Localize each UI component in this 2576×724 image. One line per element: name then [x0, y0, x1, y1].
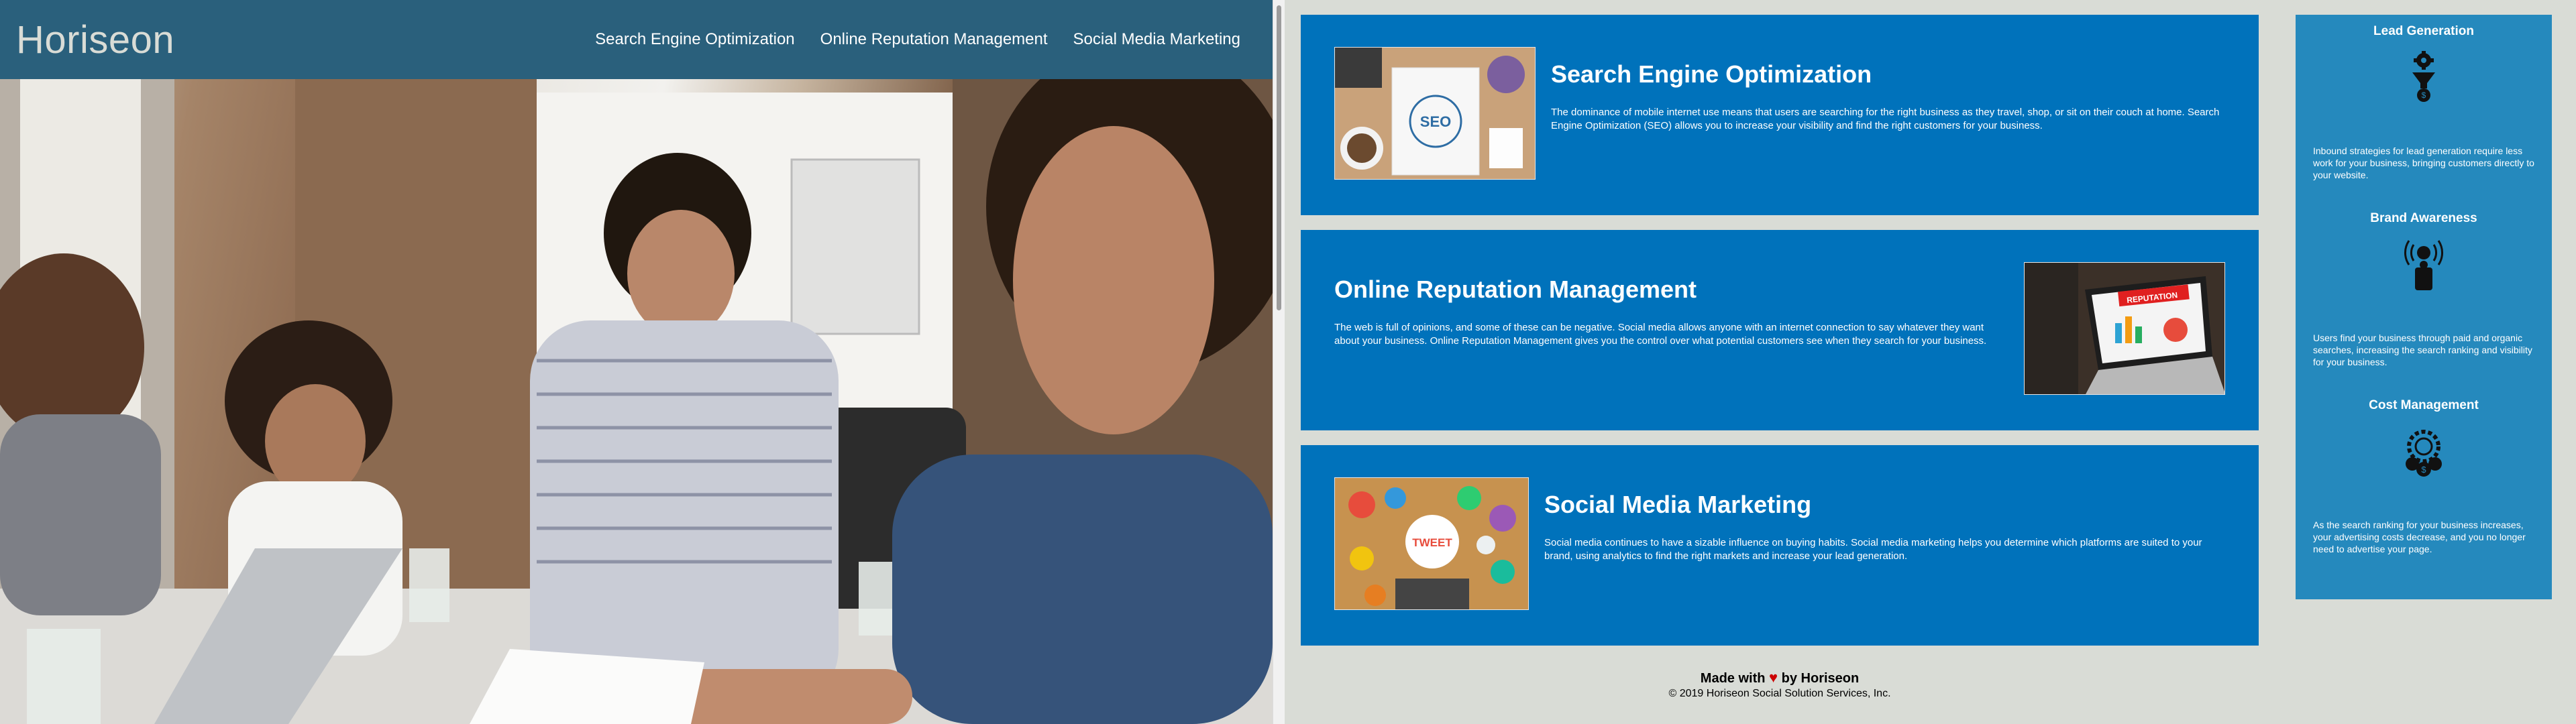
right-pane: SEO Search Engine Optimization The domin…: [1285, 0, 2576, 724]
nav-link-reputation[interactable]: Online Reputation Management: [820, 30, 1048, 49]
seo-text: The dominance of mobile internet use mea…: [1551, 107, 2220, 131]
benefit-brand-awareness: Brand Awareness Users find your business…: [2313, 211, 2534, 398]
benefit-cost-management-text: As the search ranking for your business …: [2313, 520, 2526, 554]
benefit-lead-generation-text: Inbound strategies for lead generation r…: [2313, 145, 2534, 180]
card-social-media: TWEET Social Media Marketing Social medi…: [1301, 445, 2259, 646]
benefit-lead-generation: Lead Generation $ Inbound strategies for…: [2313, 24, 2534, 211]
seo-title: Search Engine Optimization: [1551, 60, 1872, 88]
svg-text:TWEET: TWEET: [1412, 536, 1452, 549]
site-footer: Made with ♥ by Horiseon © 2019 Horiseon …: [1301, 669, 2259, 700]
social-media-card-body: Social Media Marketing Social media cont…: [1544, 477, 2215, 563]
benefit-lead-generation-title: Lead Generation: [2373, 24, 2474, 38]
benefit-cost-management: Cost Management $ As the search ranking …: [2313, 398, 2534, 585]
social-media-image: TWEET: [1334, 477, 1529, 610]
footer-by-label: by Horiseon: [1781, 671, 1860, 686]
reputation-text: The web is full of opinions, and some of…: [1334, 322, 1987, 347]
benefit-cost-management-title: Cost Management: [2369, 398, 2479, 412]
svg-text:$: $: [2422, 90, 2426, 100]
hero-photo-illustration: [0, 79, 1273, 724]
footer-copyright: © 2019 Horiseon Social Solution Services…: [1668, 688, 1891, 699]
left-pane: Horiseon Search Engine Optimization Onli…: [0, 0, 1273, 724]
hero-image: [0, 79, 1273, 724]
svg-text:SEO: SEO: [1420, 113, 1451, 130]
card-reputation: Online Reputation Management The web is …: [1301, 230, 2259, 430]
svg-text:$: $: [2421, 465, 2426, 475]
footer-made-with-label: Made with: [1700, 671, 1766, 686]
seo-image: SEO: [1334, 47, 1536, 180]
reputation-card-body: Online Reputation Management The web is …: [1334, 262, 2005, 348]
reputation-title: Online Reputation Management: [1334, 276, 1697, 303]
cost-management-icon: $: [2406, 430, 2442, 477]
benefit-brand-awareness-title: Brand Awareness: [2370, 211, 2477, 225]
heart-icon: ♥: [1769, 669, 1778, 686]
nav-link-social-media[interactable]: Social Media Marketing: [1073, 30, 1240, 49]
footer-made-with: Made with ♥ by Horiseon: [1301, 669, 2259, 686]
scrollbar-thumb[interactable]: [1277, 5, 1281, 310]
lead-generation-icon: $: [2412, 51, 2435, 102]
brand-awareness-icon: [2404, 240, 2443, 290]
benefit-brand-awareness-text: Users find your business through paid an…: [2313, 333, 2532, 367]
social-media-text: Social media continues to have a sizable…: [1544, 537, 2202, 562]
main-nav: Search Engine Optimization Online Reputa…: [595, 30, 1240, 49]
site-logo[interactable]: Horiseon: [16, 17, 174, 62]
social-media-title: Social Media Marketing: [1544, 491, 1812, 518]
main-content: SEO Search Engine Optimization The domin…: [1301, 15, 2259, 660]
benefits-sidebar: Lead Generation $ Inbound strategies for…: [2296, 15, 2552, 599]
site-header: Horiseon Search Engine Optimization Onli…: [0, 0, 1273, 79]
seo-card-body: Search Engine Optimization The dominance…: [1551, 47, 2222, 133]
reputation-image: REPUTATION: [2024, 262, 2225, 395]
nav-link-seo[interactable]: Search Engine Optimization: [595, 30, 795, 49]
card-seo: SEO Search Engine Optimization The domin…: [1301, 15, 2259, 215]
